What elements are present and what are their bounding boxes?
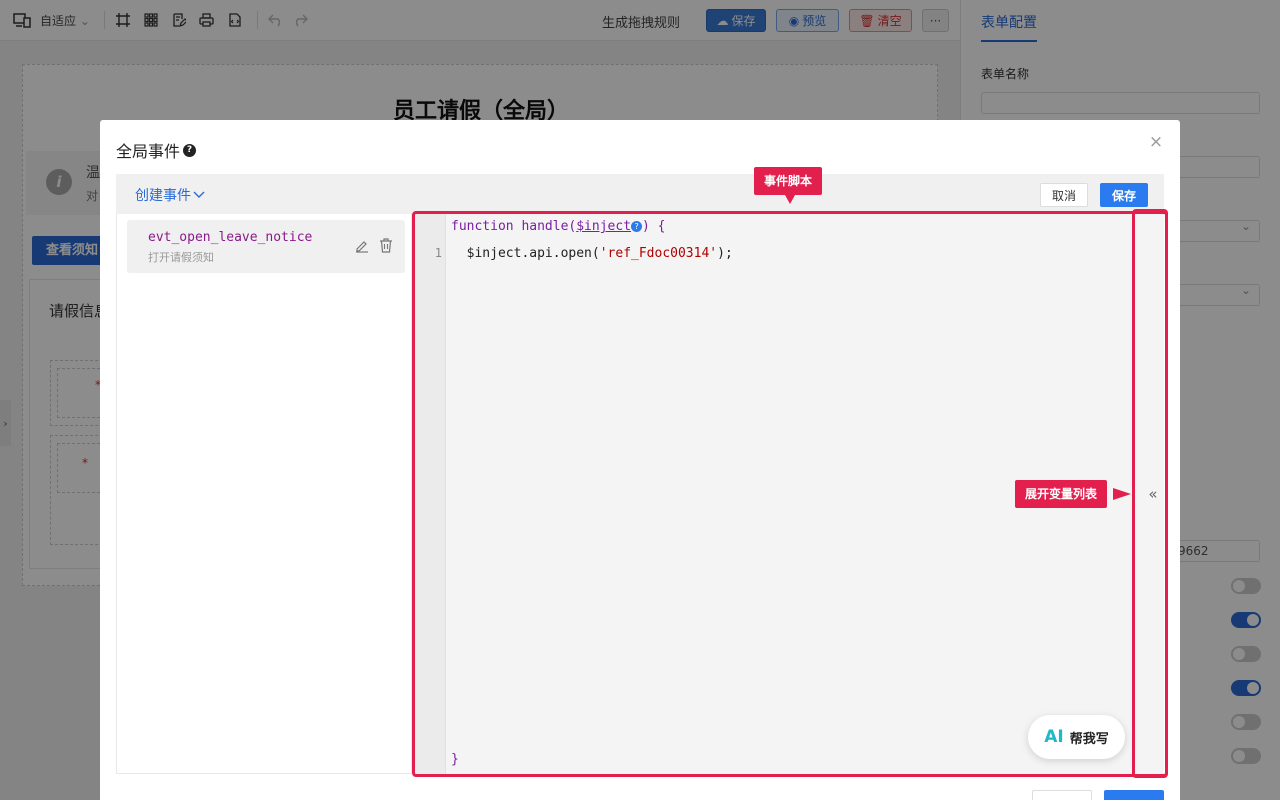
event-script-callout: 事件脚本 [754, 167, 823, 195]
dialog-title-text: 全局事件 [116, 142, 181, 161]
edit-icon[interactable] [355, 239, 371, 255]
event-name: evt_open_leave_notice [148, 230, 313, 245]
chevron-down-icon [193, 191, 205, 198]
cancel-button[interactable]: 取消 [1040, 183, 1088, 207]
save-script-button[interactable]: 保存 [1100, 183, 1148, 207]
help-icon[interactable]: ? [183, 143, 197, 157]
callout-arrow [785, 195, 795, 204]
trash-icon[interactable] [379, 238, 395, 254]
create-event-dropdown[interactable]: 创建事件 [135, 185, 205, 205]
variables-toggle-highlight [1132, 209, 1168, 778]
event-toolbar: 创建事件 取消 保存 [116, 174, 1164, 214]
footer-cancel-button[interactable] [1032, 790, 1092, 800]
callout-arrow [1113, 488, 1131, 500]
list-item[interactable]: evt_open_leave_notice 打开请假须知 [127, 220, 405, 273]
event-description: 打开请假须知 [148, 251, 214, 264]
expand-vars-callout: 展开变量列表 [1015, 480, 1108, 508]
event-list: evt_open_leave_notice 打开请假须知 [116, 214, 412, 774]
dialog-title: 全局事件 ? [116, 138, 197, 162]
footer-confirm-button[interactable] [1104, 790, 1164, 800]
create-event-label: 创建事件 [135, 188, 191, 204]
close-icon[interactable]: × [1148, 134, 1164, 151]
